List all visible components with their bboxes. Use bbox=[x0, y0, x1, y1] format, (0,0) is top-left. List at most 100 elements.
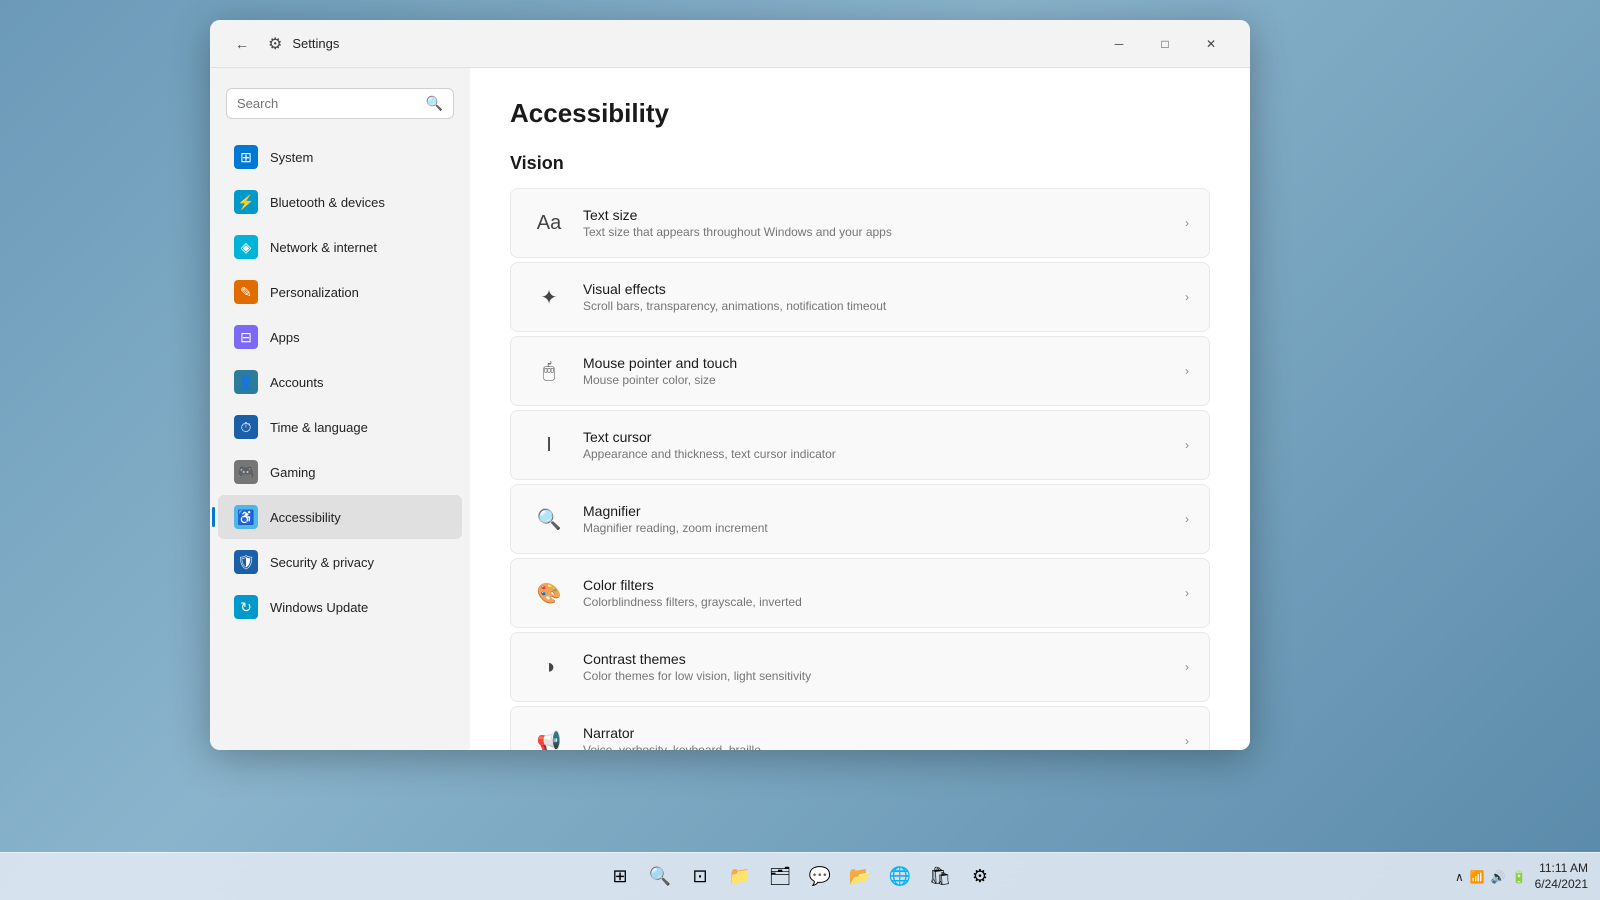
sidebar-item-accounts[interactable]: 👤 Accounts bbox=[218, 360, 462, 404]
start-button[interactable]: ⊞ bbox=[602, 859, 638, 895]
personalization-icon: ✎ bbox=[234, 280, 258, 304]
color-filters-chevron: › bbox=[1185, 586, 1189, 600]
text-cursor-text: Text cursor Appearance and thickness, te… bbox=[583, 429, 1173, 461]
security-label: Security & privacy bbox=[270, 555, 374, 570]
close-button[interactable]: ✕ bbox=[1188, 28, 1234, 60]
battery-icon: 🔋 bbox=[1512, 870, 1527, 884]
settings-gear-icon: ⚙ bbox=[268, 34, 282, 54]
contrast-themes-desc: Color themes for low vision, light sensi… bbox=[583, 669, 1173, 683]
back-button[interactable]: ← bbox=[226, 28, 258, 60]
narrator-chevron: › bbox=[1185, 734, 1189, 748]
taskbar-center: ⊞ 🔍 ⊡ 📁 🗂 💬 📂 🌐 🛍 ⚙ bbox=[602, 859, 998, 895]
tray-expand[interactable]: ∧ bbox=[1455, 870, 1464, 884]
sidebar-item-bluetooth[interactable]: ⚡ Bluetooth & devices bbox=[218, 180, 462, 224]
clock[interactable]: 11:11 AM 6/24/2021 bbox=[1535, 861, 1588, 892]
contrast-themes-text: Contrast themes Color themes for low vis… bbox=[583, 651, 1173, 683]
settings-taskbar-button[interactable]: ⚙ bbox=[962, 859, 998, 895]
setting-item-visual-effects[interactable]: ✦ Visual effects Scroll bars, transparen… bbox=[510, 262, 1210, 332]
security-icon: 🛡 bbox=[234, 550, 258, 574]
maximize-button[interactable]: □ bbox=[1142, 28, 1188, 60]
speaker-icon: 🔊 bbox=[1491, 870, 1506, 884]
widgets-button[interactable]: 🗂 bbox=[762, 859, 798, 895]
sidebar-item-apps[interactable]: ⊟Apps bbox=[218, 315, 462, 359]
color-filters-text: Color filters Colorblindness filters, gr… bbox=[583, 577, 1173, 609]
minimize-button[interactable]: ─ bbox=[1096, 28, 1142, 60]
gaming-icon: 🎮 bbox=[234, 460, 258, 484]
titlebar: ← ⚙ Settings ─ □ ✕ bbox=[210, 20, 1250, 68]
search-icon: 🔍 bbox=[426, 95, 443, 112]
personalization-label: Personalization bbox=[270, 285, 359, 300]
gaming-label: Gaming bbox=[270, 465, 316, 480]
edge-button[interactable]: 🌐 bbox=[882, 859, 918, 895]
text-cursor-title: Text cursor bbox=[583, 429, 1173, 445]
settings-window: ← ⚙ Settings ─ □ ✕ 🔍 ⊞System ⚡ Bluetooth &… bbox=[210, 20, 1250, 750]
text-cursor-icon: I bbox=[531, 427, 567, 463]
color-filters-title: Color filters bbox=[583, 577, 1173, 593]
desktop: ← ⚙ Settings ─ □ ✕ 🔍 ⊞System ⚡ Bluetooth &… bbox=[0, 0, 1600, 900]
magnifier-title: Magnifier bbox=[583, 503, 1173, 519]
setting-item-mouse-pointer[interactable]: 🖱 Mouse pointer and touch Mouse pointer … bbox=[510, 336, 1210, 406]
magnifier-icon: 🔍 bbox=[531, 501, 567, 537]
visual-effects-title: Visual effects bbox=[583, 281, 1173, 297]
sidebar-item-gaming[interactable]: 🎮 Gaming bbox=[218, 450, 462, 494]
system-tray: ∧ 📶 🔊 🔋 bbox=[1455, 870, 1527, 884]
bluetooth-label: Bluetooth & devices bbox=[270, 195, 385, 210]
main-content: Accessibility Vision Aa Text size Text s… bbox=[470, 68, 1250, 750]
windows-update-icon: ↻ bbox=[234, 595, 258, 619]
setting-item-color-filters[interactable]: 🎨 Color filters Colorblindness filters, … bbox=[510, 558, 1210, 628]
contrast-themes-chevron: › bbox=[1185, 660, 1189, 674]
text-size-desc: Text size that appears throughout Window… bbox=[583, 225, 1173, 239]
file-explorer-button[interactable]: 📁 bbox=[722, 859, 758, 895]
sidebar-item-security[interactable]: 🛡 Security & privacy bbox=[218, 540, 462, 584]
settings-list: Aa Text size Text size that appears thro… bbox=[510, 188, 1210, 750]
time-label: Time & language bbox=[270, 420, 368, 435]
sidebar-item-time[interactable]: ⏱ Time & language bbox=[218, 405, 462, 449]
network-label: Network & internet bbox=[270, 240, 377, 255]
visual-effects-chevron: › bbox=[1185, 290, 1189, 304]
network-icon: ◈ bbox=[234, 235, 258, 259]
sidebar-item-accessibility[interactable]: ♿Accessibility bbox=[218, 495, 462, 539]
search-input[interactable] bbox=[237, 96, 418, 111]
bluetooth-icon: ⚡ bbox=[234, 190, 258, 214]
apps-icon: ⊟ bbox=[234, 325, 258, 349]
visual-effects-icon: ✦ bbox=[531, 279, 567, 315]
windows-update-label: Windows Update bbox=[270, 600, 368, 615]
taskbar: ⊞ 🔍 ⊡ 📁 🗂 💬 📂 🌐 🛍 ⚙ ∧ 📶 🔊 🔋 11:11 AM 6/2… bbox=[0, 852, 1600, 900]
mouse-pointer-text: Mouse pointer and touch Mouse pointer co… bbox=[583, 355, 1173, 387]
text-size-icon: Aa bbox=[531, 205, 567, 241]
setting-item-text-size[interactable]: Aa Text size Text size that appears thro… bbox=[510, 188, 1210, 258]
store-button[interactable]: 🛍 bbox=[922, 859, 958, 895]
contrast-themes-title: Contrast themes bbox=[583, 651, 1173, 667]
setting-item-text-cursor[interactable]: I Text cursor Appearance and thickness, … bbox=[510, 410, 1210, 480]
narrator-icon: 📢 bbox=[531, 723, 567, 750]
magnifier-desc: Magnifier reading, zoom increment bbox=[583, 521, 1173, 535]
wifi-icon: 📶 bbox=[1470, 870, 1485, 884]
narrator-desc: Voice, verbosity, keyboard, braille bbox=[583, 743, 1173, 750]
search-box[interactable]: 🔍 bbox=[226, 88, 454, 119]
window-body: 🔍 ⊞System ⚡ Bluetooth & devices ◈ Network & … bbox=[210, 68, 1250, 750]
sidebar-item-windows-update[interactable]: ↻ Windows Update bbox=[218, 585, 462, 629]
mouse-pointer-title: Mouse pointer and touch bbox=[583, 355, 1173, 371]
explorer-button[interactable]: 📂 bbox=[842, 859, 878, 895]
mouse-pointer-icon: 🖱 bbox=[531, 353, 567, 389]
setting-item-magnifier[interactable]: 🔍 Magnifier Magnifier reading, zoom incr… bbox=[510, 484, 1210, 554]
setting-item-contrast-themes[interactable]: ◑ Contrast themes Color themes for low v… bbox=[510, 632, 1210, 702]
teams-button[interactable]: 💬 bbox=[802, 859, 838, 895]
search-taskbar-button[interactable]: 🔍 bbox=[642, 859, 678, 895]
vision-section-heading: Vision bbox=[510, 153, 1210, 174]
setting-item-narrator[interactable]: 📢 Narrator Voice, verbosity, keyboard, b… bbox=[510, 706, 1210, 750]
sidebar-item-personalization[interactable]: ✎ Personalization bbox=[218, 270, 462, 314]
accounts-icon: 👤 bbox=[234, 370, 258, 394]
window-controls: ─ □ ✕ bbox=[1096, 28, 1234, 60]
system-icon: ⊞ bbox=[234, 145, 258, 169]
time-icon: ⏱ bbox=[234, 415, 258, 439]
sidebar-item-system[interactable]: ⊞System bbox=[218, 135, 462, 179]
task-view-button[interactable]: ⊡ bbox=[682, 859, 718, 895]
visual-effects-text: Visual effects Scroll bars, transparency… bbox=[583, 281, 1173, 313]
date-display: 6/24/2021 bbox=[1535, 877, 1588, 893]
nav-list: ⊞System ⚡ Bluetooth & devices ◈ Network & in… bbox=[210, 135, 470, 629]
sidebar-item-network[interactable]: ◈ Network & internet bbox=[218, 225, 462, 269]
color-filters-desc: Colorblindness filters, grayscale, inver… bbox=[583, 595, 1173, 609]
narrator-text: Narrator Voice, verbosity, keyboard, bra… bbox=[583, 725, 1173, 750]
accounts-label: Accounts bbox=[270, 375, 323, 390]
